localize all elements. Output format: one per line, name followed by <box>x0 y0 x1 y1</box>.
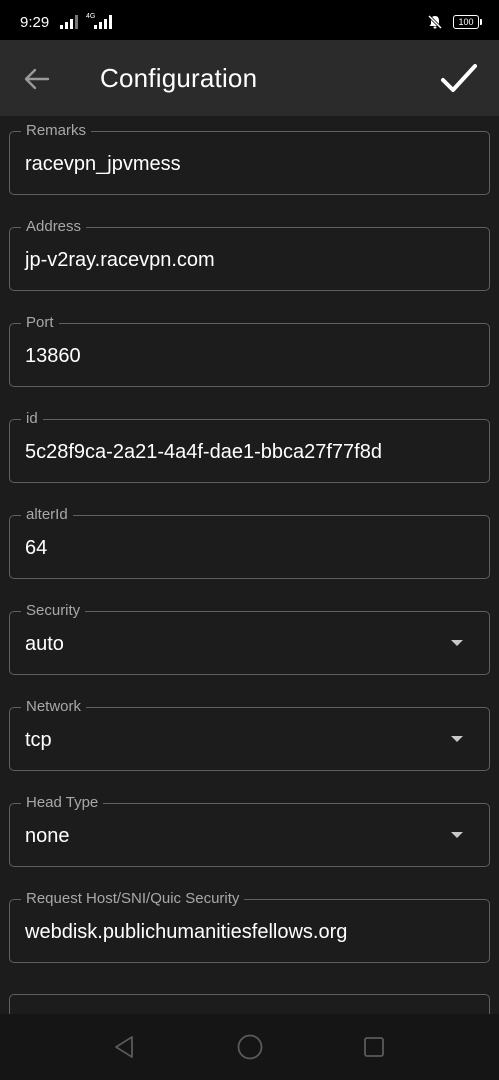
security-value: auto <box>25 633 64 655</box>
status-bar: 9:29 4G 100 <box>0 0 499 40</box>
security-select[interactable]: Security auto <box>9 602 490 675</box>
arrow-left-icon[interactable] <box>22 64 52 94</box>
network-select[interactable]: Network tcp <box>9 698 490 771</box>
port-value[interactable]: 13860 <box>25 344 81 368</box>
port-label: Port <box>21 314 59 332</box>
chevron-down-icon[interactable] <box>451 640 463 646</box>
page-title: Configuration <box>100 63 258 93</box>
navigation-bar <box>0 1014 499 1080</box>
signal-icon <box>60 15 78 29</box>
alter-id-label: alterId <box>21 506 73 524</box>
remarks-field[interactable]: Remarks racevpn_jpvmess <box>9 122 490 195</box>
battery-icon: 100 <box>453 15 482 29</box>
alter-id-value[interactable]: 64 <box>25 536 47 560</box>
head-type-label: Head Type <box>21 794 104 812</box>
id-value[interactable]: 5c28f9ca-2a21-4a4f-dae1-bbca27f77f8d <box>25 440 382 464</box>
status-right: 100 <box>427 14 482 30</box>
id-field[interactable]: id 5c28f9ca-2a21-4a4f-dae1-bbca27f77f8d <box>9 410 490 483</box>
chevron-down-icon[interactable] <box>451 832 463 838</box>
id-label: id <box>21 410 43 428</box>
nav-home-icon[interactable] <box>235 1032 265 1062</box>
signal-4g-icon <box>94 15 112 29</box>
head-type-value: none <box>25 825 70 847</box>
port-field[interactable]: Port 13860 <box>9 314 490 387</box>
nav-back-icon[interactable] <box>110 1032 140 1062</box>
remarks-value[interactable]: racevpn_jpvmess <box>25 152 181 176</box>
request-host-label: Request Host/SNI/Quic Security <box>21 890 245 908</box>
app-bar: Configuration <box>0 40 499 116</box>
address-label: Address <box>21 218 87 236</box>
request-host-value[interactable]: webdisk.publichumanitiesfellows.org <box>25 920 347 944</box>
head-type-select[interactable]: Head Type none <box>9 794 490 867</box>
status-time: 9:29 <box>20 14 50 31</box>
chevron-down-icon[interactable] <box>451 736 463 742</box>
address-field[interactable]: Address jp-v2ray.racevpn.com <box>9 218 490 291</box>
check-icon[interactable] <box>439 60 479 98</box>
network-label: Network <box>21 698 87 716</box>
security-label: Security <box>21 602 86 620</box>
address-value[interactable]: jp-v2ray.racevpn.com <box>25 248 215 272</box>
network-value: tcp <box>25 729 52 751</box>
nav-recents-icon[interactable] <box>359 1032 389 1062</box>
remarks-label: Remarks <box>21 122 92 140</box>
mute-icon <box>427 14 443 30</box>
request-host-field[interactable]: Request Host/SNI/Quic Security webdisk.p… <box>9 890 490 963</box>
alter-id-field[interactable]: alterId 64 <box>9 506 490 579</box>
